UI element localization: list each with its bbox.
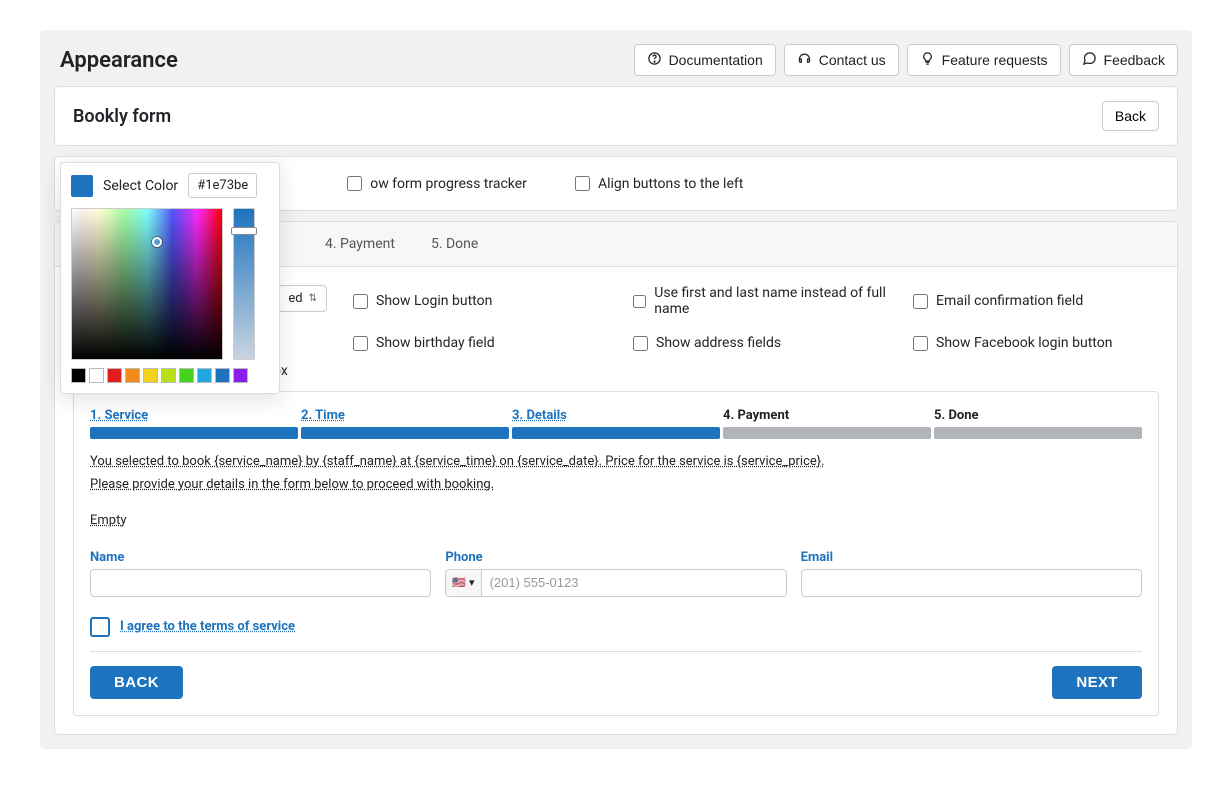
feedback-button[interactable]: Feedback <box>1069 44 1178 76</box>
help-icon <box>647 51 662 69</box>
email-confirmation-label: Email confirmation field <box>936 293 1083 309</box>
show-address-label: Show address fields <box>656 335 781 351</box>
step-service[interactable]: 1. Service <box>90 408 298 427</box>
terms-checkbox[interactable] <box>90 617 110 637</box>
palette-chip-0[interactable] <box>71 368 86 383</box>
palette-chip-8[interactable] <box>215 368 230 383</box>
step-bar-4 <box>723 427 931 439</box>
chat-icon <box>1082 51 1097 69</box>
email-label: Email <box>801 550 1142 565</box>
phone-label: Phone <box>445 550 786 565</box>
headset-icon <box>797 51 812 69</box>
tab-payment[interactable]: 4. Payment <box>321 222 399 266</box>
palette-chip-4[interactable] <box>143 368 158 383</box>
step-done[interactable]: 5. Done <box>934 408 1142 427</box>
color-swatch-icon <box>71 175 93 197</box>
form-preview: 1. Service 2. Time 3. Details 4. Payment <box>73 391 1159 716</box>
show-facebook-label: Show Facebook login button <box>936 335 1112 351</box>
show-facebook-checkbox[interactable]: Show Facebook login button <box>913 335 1173 351</box>
visibility-select-value: ed <box>288 291 302 306</box>
step-bar-1 <box>90 427 298 439</box>
show-address-input[interactable] <box>633 336 648 351</box>
step-bar-3 <box>512 427 720 439</box>
show-birthday-checkbox[interactable]: Show birthday field <box>353 335 613 351</box>
preview-next-button[interactable]: NEXT <box>1052 666 1142 699</box>
hue-slider[interactable] <box>233 208 255 360</box>
contact-label: Contact us <box>819 52 886 68</box>
visibility-select[interactable]: ed <box>278 285 327 312</box>
step-bar-2 <box>301 427 509 439</box>
email-input[interactable] <box>801 569 1142 597</box>
phone-input[interactable] <box>482 570 786 596</box>
features-label: Feature requests <box>942 52 1048 68</box>
align-left-checkbox[interactable]: Align buttons to the left <box>575 171 743 196</box>
feature-requests-button[interactable]: Feature requests <box>907 44 1061 76</box>
palette-chip-3[interactable] <box>125 368 140 383</box>
saturation-square[interactable] <box>71 208 223 360</box>
tab-done[interactable]: 5. Done <box>427 222 482 266</box>
palette-chip-6[interactable] <box>179 368 194 383</box>
use-first-last-checkbox[interactable]: Use first and last name instead of full … <box>633 285 893 317</box>
name-input[interactable] <box>90 569 431 597</box>
palette-chip-9[interactable] <box>233 368 248 383</box>
show-progress-input[interactable] <box>347 176 362 191</box>
show-login-checkbox[interactable]: Show Login button <box>353 285 613 317</box>
documentation-label: Documentation <box>669 52 763 68</box>
contact-button[interactable]: Contact us <box>784 44 899 76</box>
step-details[interactable]: 3. Details <box>512 408 720 427</box>
email-confirmation-input[interactable] <box>913 294 928 309</box>
palette-chip-2[interactable] <box>107 368 122 383</box>
saturation-cursor[interactable] <box>152 237 162 247</box>
country-select[interactable]: 🇺🇸 ▾ <box>446 570 481 596</box>
chevron-down-icon: ▾ <box>469 576 475 589</box>
email-confirmation-checkbox[interactable]: Email confirmation field <box>913 285 1173 317</box>
use-first-last-label: Use first and last name instead of full … <box>654 285 893 317</box>
show-facebook-input[interactable] <box>913 336 928 351</box>
hue-handle[interactable] <box>231 227 257 235</box>
flag-icon: 🇺🇸 <box>452 576 466 589</box>
documentation-button[interactable]: Documentation <box>634 44 776 76</box>
palette-chip-1[interactable] <box>89 368 104 383</box>
align-left-label: Align buttons to the left <box>598 176 743 192</box>
show-login-label: Show Login button <box>376 293 492 309</box>
palette-row <box>71 368 269 383</box>
empty-placeholder[interactable]: Empty <box>90 513 1142 528</box>
back-button[interactable]: Back <box>1102 101 1159 131</box>
show-address-checkbox[interactable]: Show address fields <box>633 335 893 351</box>
step-payment[interactable]: 4. Payment <box>723 408 931 427</box>
show-birthday-input[interactable] <box>353 336 368 351</box>
color-picker-popover[interactable]: Select Color #1e73be <box>60 162 280 394</box>
show-birthday-label: Show birthday field <box>376 335 495 351</box>
step-time[interactable]: 2. Time <box>301 408 509 427</box>
show-login-input[interactable] <box>353 294 368 309</box>
lightbulb-icon <box>920 51 935 69</box>
feedback-label: Feedback <box>1104 52 1165 68</box>
summary-line-1[interactable]: You selected to book {service_name} by {… <box>90 453 1142 472</box>
preview-back-button[interactable]: BACK <box>90 666 183 699</box>
header-buttons: Documentation Contact us Feature request… <box>634 44 1178 76</box>
palette-chip-7[interactable] <box>197 368 212 383</box>
use-first-last-input[interactable] <box>633 294 646 309</box>
summary-line-2[interactable]: Please provide your details in the form … <box>90 476 1142 495</box>
palette-chip-5[interactable] <box>161 368 176 383</box>
name-label: Name <box>90 550 431 565</box>
show-progress-checkbox[interactable]: ow form progress tracker <box>347 171 527 196</box>
show-progress-label: ow form progress tracker <box>370 176 527 192</box>
step-bar-5 <box>934 427 1142 439</box>
color-hex-input[interactable]: #1e73be <box>188 173 257 198</box>
terms-label[interactable]: I agree to the terms of service <box>120 619 295 634</box>
progress-tracker: 1. Service 2. Time 3. Details 4. Payment <box>90 408 1142 439</box>
color-select-label: Select Color <box>103 178 178 194</box>
card-title: Bookly form <box>73 106 171 127</box>
align-left-input[interactable] <box>575 176 590 191</box>
page-title: Appearance <box>60 48 178 73</box>
